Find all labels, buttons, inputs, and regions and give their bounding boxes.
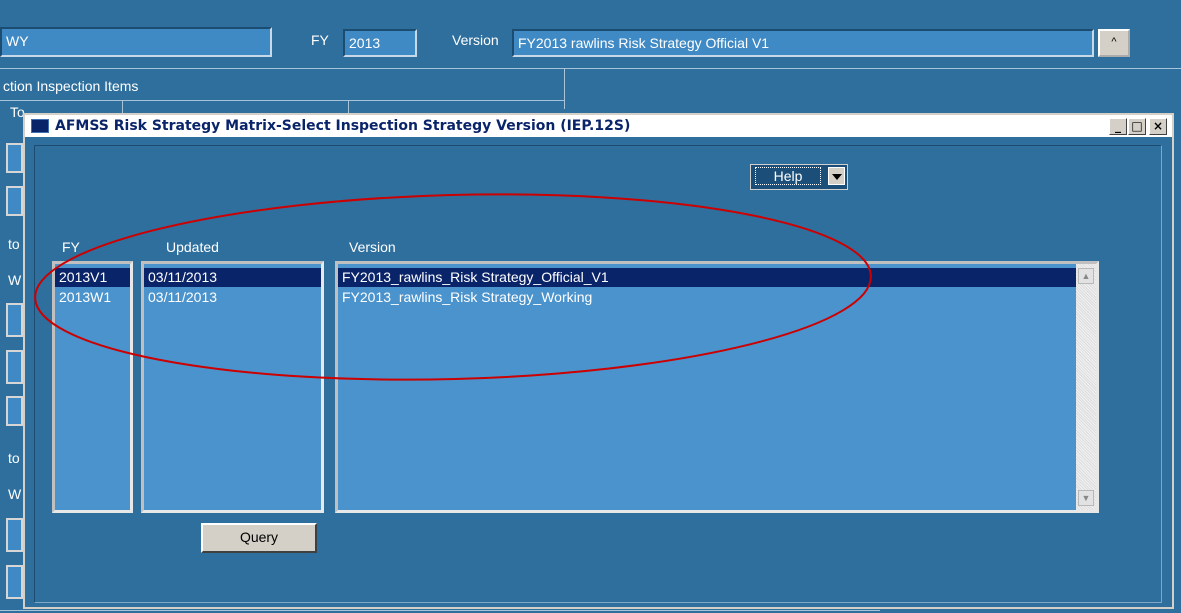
red-annotation-ellipse <box>34 193 872 381</box>
annotation-ellipse <box>34 193 872 381</box>
